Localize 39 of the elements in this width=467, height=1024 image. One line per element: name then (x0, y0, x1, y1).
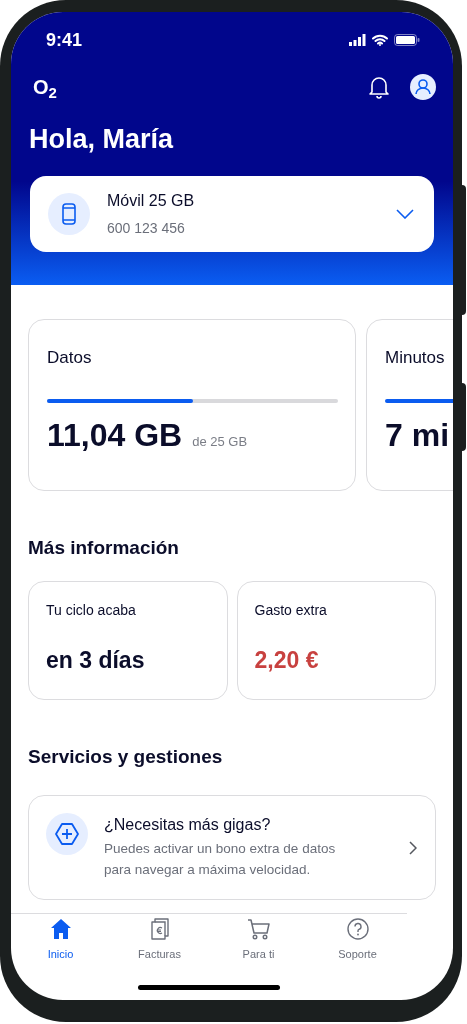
section-title: Más información (28, 536, 180, 560)
phone-icon (48, 193, 90, 235)
euro-document-icon (150, 917, 169, 941)
logo: O$_{2}$ (33, 75, 57, 102)
cart-icon (246, 917, 271, 941)
account-selector[interactable]: Móvil 25 GB 600 123 456 (30, 176, 434, 252)
chevron-right-icon (409, 840, 417, 855)
usage-label: Datos (47, 347, 92, 369)
nav-tab[interactable]: Facturas (110, 917, 209, 963)
help-icon (346, 917, 369, 941)
service-card[interactable]: ¿Necesitas más gigas? Puedes activar un bono extra de datos para navegar a máxima velocidad. (28, 795, 436, 900)
info-value: en 3 días (46, 646, 145, 675)
section-title: Servicios y gestiones (28, 745, 224, 769)
battery-icon (394, 34, 420, 46)
usage-limit: de 25 GB (192, 433, 248, 451)
info-card[interactable]: Tu ciclo acaba en 3 días (28, 581, 228, 700)
service-description: Puedes activar un bono extra de datos para navegar a máxima velocidad. (104, 840, 337, 879)
nav-tab[interactable]: Para ti (209, 917, 308, 963)
add-data-icon (46, 813, 88, 855)
status-time: 9:41 (46, 28, 83, 52)
nav-tab[interactable]: Inicio (11, 917, 110, 963)
info-label: Tu ciclo acaba (46, 601, 136, 619)
plan-name: Móvil 25 GB (107, 191, 196, 211)
notification-bell-icon[interactable] (368, 75, 390, 99)
profile-avatar-icon[interactable] (410, 74, 436, 100)
signal-icon (349, 34, 366, 46)
home-icon (49, 917, 72, 941)
service-title: ¿Necesitas más gigas? (104, 815, 271, 835)
usage-label: Minutos (385, 347, 445, 369)
info-value: 2,20 € (254, 646, 319, 675)
info-card[interactable]: Gasto extra 2,20 € (236, 581, 436, 700)
info-label: Gasto extra (254, 601, 327, 619)
wifi-icon (372, 34, 388, 46)
usage-value: 7 mi (385, 416, 450, 455)
usage-card[interactable]: Datos 11,04 GB de 25 GB (28, 319, 356, 491)
nav-tab[interactable]: Soporte (308, 917, 407, 963)
greeting-title: Hola, María (29, 123, 175, 156)
phone-number: 600 123 456 (107, 219, 186, 238)
usage-value: 11,04 GB (47, 416, 183, 455)
